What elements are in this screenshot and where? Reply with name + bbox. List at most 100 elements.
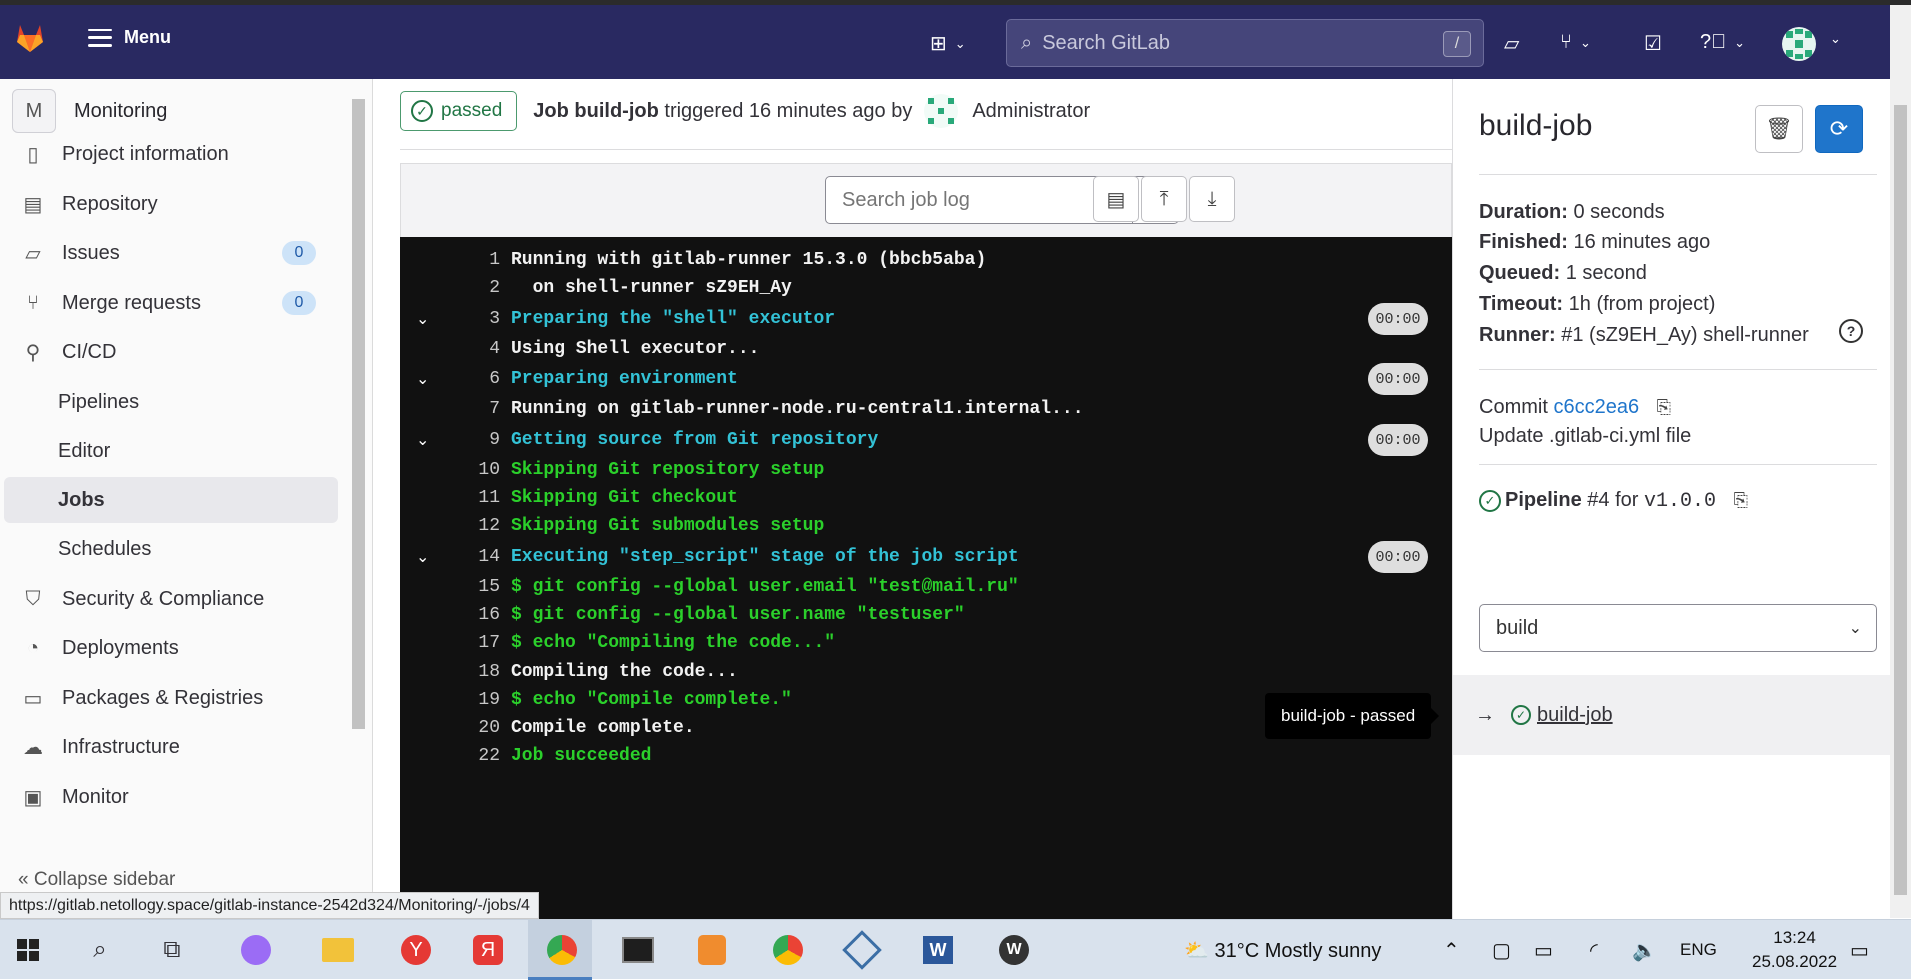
log-line-number[interactable]: 20 bbox=[450, 718, 500, 738]
sidebar-item-monitor[interactable]: ▣ Monitor bbox=[4, 774, 338, 820]
sidebar-item-infrastructure[interactable]: ☁ Infrastructure bbox=[4, 724, 338, 770]
pipeline-link[interactable]: Pipeline bbox=[1505, 489, 1582, 511]
job-log-search-input[interactable] bbox=[826, 177, 1132, 223]
job-user[interactable]: Administrator bbox=[924, 94, 1090, 128]
tray-device-icon[interactable]: ▢ bbox=[1492, 938, 1511, 963]
terminal-icon[interactable] bbox=[618, 930, 658, 970]
log-line-number[interactable]: 19 bbox=[450, 690, 500, 710]
pipeline-ref[interactable]: v1.0.0 bbox=[1644, 490, 1716, 513]
log-line-number[interactable]: 10 bbox=[450, 460, 500, 480]
word-icon[interactable]: W bbox=[918, 930, 958, 970]
log-line-number[interactable]: 6 bbox=[450, 369, 500, 389]
sidebar-item-label: Merge requests bbox=[62, 291, 201, 314]
log-line-number[interactable]: 11 bbox=[450, 488, 500, 508]
log-line-number[interactable]: 14 bbox=[450, 547, 500, 567]
merge-requests-dropdown[interactable]: ⑂ ⌄ bbox=[1560, 31, 1591, 54]
sidebar-item-project-information[interactable]: ▯ Project information bbox=[4, 131, 338, 177]
sidebar-subitem-pipelines[interactable]: Pipelines bbox=[4, 379, 338, 425]
sidebar-item-ci-cd[interactable]: ⚲ CI/CD bbox=[4, 329, 338, 375]
stage-job-item[interactable]: → ✓ build-job bbox=[1453, 675, 1891, 755]
avatar-chevron-down-icon[interactable]: ⌄ bbox=[1830, 31, 1841, 47]
log-line-number[interactable]: 1 bbox=[450, 250, 500, 270]
sidebar-scrollbar[interactable] bbox=[350, 79, 368, 839]
chevron-down-icon[interactable]: ⌄ bbox=[416, 369, 429, 389]
log-section-header[interactable]: ⌄ 6 Preparing environment 00:00 bbox=[400, 361, 1452, 397]
sidebar-subitem-jobs[interactable]: Jobs bbox=[4, 477, 338, 523]
monitor-icon: ▣ bbox=[23, 786, 43, 809]
commit-sha-link[interactable]: c6cc2ea6 bbox=[1553, 396, 1639, 418]
notifications-icon[interactable]: ▭ bbox=[1850, 938, 1869, 963]
user-avatar[interactable] bbox=[1782, 27, 1816, 61]
page-scrollbar[interactable] bbox=[1890, 5, 1911, 918]
create-new-dropdown[interactable]: ⊞ ⌄ bbox=[930, 31, 966, 56]
chevron-down-icon[interactable]: ⌄ bbox=[416, 547, 429, 567]
virtualbox-icon[interactable] bbox=[842, 930, 882, 970]
pipeline-id[interactable]: #4 bbox=[1587, 489, 1609, 511]
search-input[interactable]: Search GitLab bbox=[1042, 32, 1170, 55]
log-line-number[interactable]: 2 bbox=[450, 278, 500, 298]
gitlab-logo-icon[interactable] bbox=[14, 23, 46, 58]
log-line-number[interactable]: 16 bbox=[450, 605, 500, 625]
tray-chevron-up-icon[interactable]: ⌃ bbox=[1443, 938, 1460, 963]
collapse-sidebar-button[interactable]: « Collapse sidebar bbox=[18, 869, 175, 891]
job-log-toolbar: ⌕ ? ▤ ⤒ ⤓ bbox=[400, 163, 1452, 237]
retry-button[interactable]: ⟳ bbox=[1815, 105, 1863, 153]
chrome-icon[interactable] bbox=[542, 930, 582, 970]
log-line-number[interactable]: 9 bbox=[450, 430, 500, 450]
log-line-number[interactable]: 3 bbox=[450, 309, 500, 329]
yandex-icon[interactable]: Я bbox=[468, 930, 508, 970]
copy-icon[interactable]: ⎘ bbox=[1734, 490, 1748, 511]
windows-start-icon[interactable] bbox=[8, 930, 48, 970]
chevron-down-icon[interactable]: ⌄ bbox=[416, 430, 429, 450]
battery-icon[interactable]: ▭ bbox=[1534, 938, 1553, 963]
weather-widget[interactable]: ⛅ 31°C Mostly sunny bbox=[1184, 938, 1381, 963]
log-section-header[interactable]: ⌄ 3 Preparing the "shell" executor 00:00 bbox=[400, 301, 1452, 337]
job-link[interactable]: build-job bbox=[1537, 704, 1613, 727]
log-line-number[interactable]: 7 bbox=[450, 399, 500, 419]
scroll-to-top-button[interactable]: ⤒ bbox=[1141, 176, 1187, 222]
task-view-icon[interactable]: ⧉ bbox=[152, 930, 192, 970]
sidebar-item-deployments[interactable]: ◔ Deployments bbox=[4, 625, 338, 671]
search-bar[interactable]: ⌕ Search GitLab / bbox=[1006, 19, 1484, 67]
volume-icon[interactable]: 🔈 bbox=[1632, 938, 1657, 963]
log-section-header[interactable]: ⌄ 9 Getting source from Git repository 00:0… bbox=[400, 422, 1452, 458]
sidebar-item-merge-requests[interactable]: ⑂ Merge requests 0 bbox=[4, 280, 338, 326]
retry-icon: ⟳ bbox=[1829, 116, 1849, 141]
sidebar-subitem-editor[interactable]: Editor bbox=[4, 428, 338, 474]
log-line-number[interactable]: 12 bbox=[450, 516, 500, 536]
log-section-header[interactable]: ⌄ 14 Executing "step_script" stage of the … bbox=[400, 539, 1452, 575]
alice-assistant-icon[interactable] bbox=[236, 930, 276, 970]
sidebar-subitem-schedules[interactable]: Schedules bbox=[4, 526, 338, 572]
log-line-number[interactable]: 18 bbox=[450, 662, 500, 682]
sidebar-item-security-compliance[interactable]: ⛉ Security & Compliance bbox=[4, 576, 338, 622]
job-status-badge[interactable]: ✓ passed bbox=[400, 91, 518, 131]
sidebar-item-issues[interactable]: ▱ Issues 0 bbox=[4, 230, 338, 276]
chrome-profile-icon[interactable] bbox=[768, 930, 808, 970]
wifi-icon[interactable]: ◜ bbox=[1590, 938, 1598, 963]
language-indicator[interactable]: ENG bbox=[1680, 940, 1717, 960]
search-icon[interactable]: ⌕ bbox=[80, 930, 120, 970]
log-line-number[interactable]: 17 bbox=[450, 633, 500, 653]
stage-select[interactable]: build ⌄ bbox=[1479, 604, 1877, 652]
raw-log-button[interactable]: ▤ bbox=[1093, 176, 1139, 222]
system-clock[interactable]: 13:24 25.08.2022 bbox=[1752, 926, 1837, 974]
todo-icon[interactable]: ☑ bbox=[1644, 31, 1662, 56]
help-dropdown[interactable]: ?⃝ ⌄ bbox=[1700, 31, 1745, 54]
log-line-number[interactable]: 4 bbox=[450, 339, 500, 359]
log-line-number[interactable]: 15 bbox=[450, 577, 500, 597]
main-menu-button[interactable]: Menu bbox=[88, 27, 171, 48]
scroll-to-bottom-button[interactable]: ⤓ bbox=[1189, 176, 1235, 222]
sublime-text-icon[interactable] bbox=[692, 930, 732, 970]
erase-log-button[interactable]: 🗑 bbox=[1755, 105, 1803, 153]
project-context[interactable]: M Monitoring bbox=[12, 89, 167, 133]
help-icon[interactable]: ? bbox=[1839, 319, 1863, 343]
yandex-browser-icon[interactable]: Y bbox=[396, 930, 436, 970]
sidebar-item-repository[interactable]: ▤ Repository bbox=[4, 181, 338, 227]
copy-icon[interactable]: ⎘ bbox=[1657, 397, 1671, 418]
sidebar-item-packages-registries[interactable]: ▭ Packages & Registries bbox=[4, 675, 338, 721]
issues-nav-icon[interactable]: ▱ bbox=[1504, 31, 1519, 56]
file-explorer-icon[interactable] bbox=[318, 930, 358, 970]
app-w-icon[interactable]: W bbox=[994, 930, 1034, 970]
chevron-down-icon[interactable]: ⌄ bbox=[416, 309, 429, 329]
log-line-number[interactable]: 22 bbox=[450, 746, 500, 766]
